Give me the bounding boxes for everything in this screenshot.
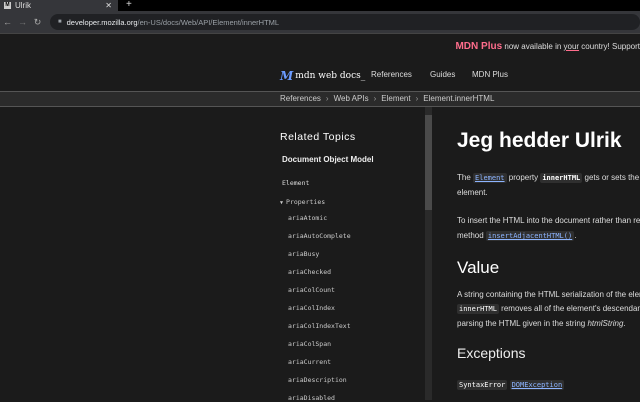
text: property <box>506 173 541 182</box>
nav-mdn-plus[interactable]: MDN Plus <box>472 70 508 79</box>
text: method <box>457 231 486 240</box>
url-bar[interactable]: ■ developer.mozilla.org/en-US/docs/Web/A… <box>50 14 640 30</box>
text: The <box>457 173 474 182</box>
code-innerhtml: innerHTML <box>540 173 583 183</box>
url-path: /en-US/docs/Web/API/Element/innerHTML <box>137 17 280 27</box>
sidebar-item[interactable]: ariaColIndexText <box>288 322 351 330</box>
url-domain: developer.mozilla.org <box>66 17 138 27</box>
browser-tab[interactable]: M Ulrik ✕ <box>0 0 118 11</box>
close-tab-icon[interactable]: ✕ <box>105 1 112 10</box>
nav-guides[interactable]: Guides <box>430 70 455 79</box>
sidebar-item[interactable]: ariaDescription <box>288 376 347 384</box>
text: gets or sets the HTML or XML markup cont… <box>584 173 640 182</box>
sidebar-item[interactable]: ariaColIndex <box>288 304 335 312</box>
tab-strip: M Ulrik ✕ + <box>0 0 640 11</box>
sidebar-element[interactable]: Element <box>282 179 309 187</box>
insertadjacenthtml-link[interactable]: insertAdjacentHTML() <box>488 232 572 240</box>
sidebar-item[interactable]: ariaDisabled <box>288 394 335 402</box>
syntaxerror-code: SyntaxError <box>457 380 508 390</box>
mdn-logo-icon: M <box>280 69 294 83</box>
lock-icon: ■ <box>58 19 62 25</box>
sidebar: Related Topics Document Object Model Ele… <box>280 107 426 402</box>
address-toolbar: ← → ↻ ■ developer.mozilla.org/en-US/docs… <box>0 11 640 33</box>
text: . <box>623 319 626 328</box>
logo-text: mdn web docs_ <box>295 71 366 81</box>
reload-icon[interactable]: ↻ <box>30 17 45 28</box>
sidebar-item[interactable]: ariaColCount <box>288 286 335 294</box>
banner-your: your <box>563 42 580 51</box>
text: removes all of the element's descendants… <box>501 304 640 313</box>
breadcrumb: References › Web APIs › Element › Element.inne… <box>0 91 640 107</box>
sidebar-item[interactable]: ariaBusy <box>288 250 319 258</box>
article: Jeg hedder Ulrik The Element property in… <box>457 107 640 400</box>
properties-label: Properties <box>286 198 326 206</box>
sidebar-item[interactable]: ariaAutoComplete <box>288 232 351 240</box>
tab-title: Ulrik <box>15 1 31 10</box>
page-title: Jeg hedder Ulrik <box>457 129 622 152</box>
chevron-right-icon: › <box>415 94 419 103</box>
value-paragraph-line3: parsing the HTML given in the string htm… <box>457 319 626 328</box>
mdn-favicon-icon: M <box>4 2 11 9</box>
element-link[interactable]: Element <box>475 174 505 182</box>
site-header: Mmdn web docs_ References Guides MDN Plu… <box>0 59 640 91</box>
intro-paragraph: The Element property innerHTML gets or s… <box>457 173 640 183</box>
chevron-right-icon: › <box>373 94 377 103</box>
chevron-right-icon: › <box>325 94 329 103</box>
sidebar-item[interactable]: ariaAtomic <box>288 214 327 222</box>
mdn-logo[interactable]: Mmdn web docs_ <box>280 69 365 83</box>
banner-brand[interactable]: MDN Plus <box>455 41 502 52</box>
banner-text: now available in <box>502 42 564 51</box>
insert-paragraph-line2: method insertAdjacentHTML(). <box>457 231 577 241</box>
new-tab-button[interactable]: + <box>126 0 132 10</box>
sidebar-title: Related Topics <box>280 131 356 143</box>
sidebar-section[interactable]: Document Object Model <box>282 155 374 164</box>
sidebar-item[interactable]: ariaCurrent <box>288 358 331 366</box>
value-paragraph-line2: innerHTML removes all of the element's d… <box>457 304 640 314</box>
breadcrumb-item[interactable]: References <box>280 94 321 103</box>
mdn-plus-banner: MDN Plus now available in your country! … <box>0 33 640 59</box>
sidebar-scrollbar-thumb[interactable] <box>425 115 432 210</box>
value-paragraph: A string containing the HTML serializati… <box>457 290 640 299</box>
insert-paragraph: To insert the HTML into the document rat… <box>457 216 640 225</box>
code-innerhtml: innerHTML <box>457 304 499 314</box>
text: . <box>574 231 577 240</box>
html-string-term: htmlString <box>587 319 624 328</box>
text: parsing the HTML given in the string <box>457 319 588 328</box>
nav-references[interactable]: References <box>371 70 412 79</box>
breadcrumb-item[interactable]: Element.innerHTML <box>423 94 494 103</box>
sidebar-item[interactable]: ariaColSpan <box>288 340 331 348</box>
back-icon[interactable]: ← <box>0 17 15 27</box>
exceptions-heading: Exceptions <box>457 345 526 361</box>
forward-icon[interactable]: → <box>15 17 30 27</box>
breadcrumb-item[interactable]: Element <box>381 94 410 103</box>
exception-item: SyntaxError DOMException <box>457 380 565 390</box>
domexception-link[interactable]: DOMException <box>512 381 563 389</box>
banner-text-after: country! Support <box>579 42 640 51</box>
breadcrumb-item[interactable]: Web APIs <box>334 94 369 103</box>
sidebar-properties-toggle[interactable]: ▼ Properties <box>280 198 325 206</box>
value-heading: Value <box>457 258 500 277</box>
sidebar-item[interactable]: ariaChecked <box>288 268 331 276</box>
intro-paragraph-line2: element. <box>457 188 488 197</box>
